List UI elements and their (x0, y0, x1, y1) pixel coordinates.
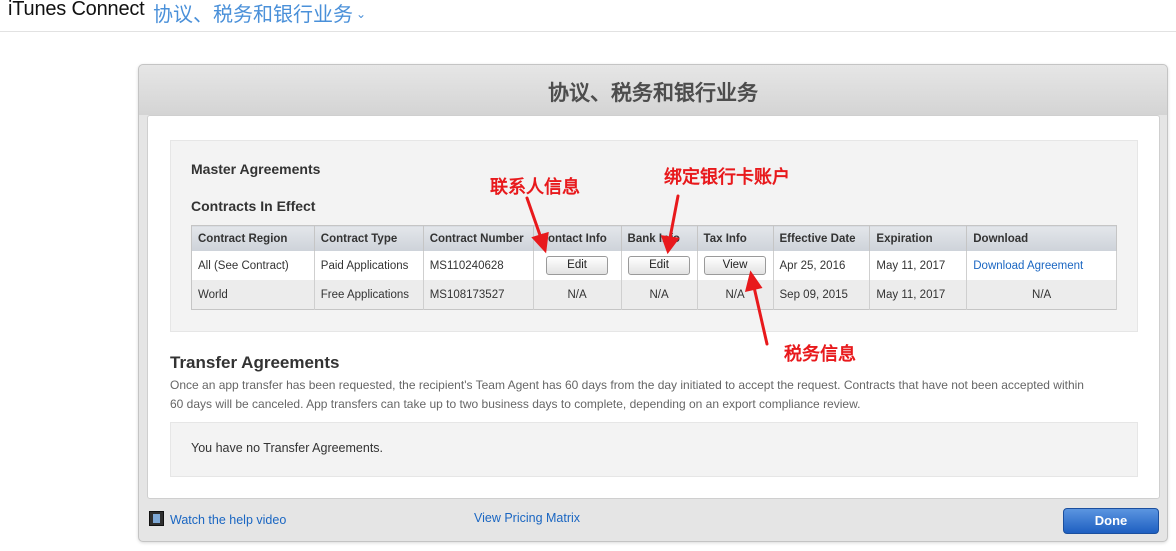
column-header: Download (966, 225, 1117, 251)
window-content: Master Agreements Contracts In Effect Co… (147, 115, 1160, 499)
column-header: Contact Info (533, 225, 622, 251)
chevron-down-icon: ⌄ (356, 7, 367, 21)
table-row: World Free Applications MS108173527 N/A … (191, 280, 1117, 310)
contact-info-cell: Edit (533, 251, 622, 280)
column-header: Expiration (869, 225, 968, 251)
download-agreement-link[interactable]: Download Agreement (973, 260, 1083, 272)
window-header: 协议、税务和银行业务 (139, 65, 1167, 115)
annotation-bank: 绑定银行卡账户 (664, 167, 790, 187)
effective-date: Apr 25, 2016 (773, 251, 871, 280)
contact-edit-button[interactable]: Edit (546, 256, 609, 275)
contract-number: MS110240628 (423, 251, 534, 280)
section-menu[interactable]: 协议、税务和银行业务 ⌄ (153, 0, 366, 27)
agreements-window: 协议、税务和银行业务 Master Agreements Contracts I… (138, 64, 1168, 542)
top-bar: iTunes Connect 协议、税务和银行业务 ⌄ (0, 0, 1176, 32)
pricing-matrix-link[interactable]: View Pricing Matrix (474, 511, 580, 525)
bank-info-cell: Edit (621, 251, 698, 280)
contract-region: World (191, 280, 315, 310)
contract-type: Paid Applications (314, 251, 424, 280)
contracts-table: Contract Region Contract Type Contract N… (191, 225, 1117, 310)
tax-view-button[interactable]: View (704, 256, 767, 275)
column-header: Contract Type (314, 225, 424, 251)
bank-edit-button[interactable]: Edit (628, 256, 691, 275)
contract-number: MS108173527 (423, 280, 534, 310)
film-icon (149, 511, 164, 526)
column-header: Contract Number (423, 225, 534, 251)
annotation-tax: 税务信息 (784, 344, 856, 364)
app-title[interactable]: iTunes Connect (8, 0, 145, 21)
contracts-in-effect-title: Contracts In Effect (191, 198, 316, 214)
section-menu-label: 协议、税务和银行业务 (153, 4, 353, 26)
tax-info-cell: N/A (697, 280, 774, 310)
table-header-row: Contract Region Contract Type Contract N… (191, 225, 1117, 251)
window-title: 协议、税务和银行业务 (548, 82, 758, 105)
effective-date: Sep 09, 2015 (773, 280, 871, 310)
contact-info-cell: N/A (533, 280, 622, 310)
download-cell: Download Agreement (966, 251, 1117, 280)
done-button[interactable]: Done (1063, 508, 1159, 534)
annotation-contact: 联系人信息 (490, 177, 580, 197)
help-video-link[interactable]: Watch the help video (149, 511, 286, 527)
transfer-empty-message: You have no Transfer Agreements. (191, 441, 384, 455)
column-header: Contract Region (191, 225, 315, 251)
master-agreements-title: Master Agreements (191, 161, 321, 177)
master-agreements-panel: Master Agreements Contracts In Effect Co… (170, 140, 1138, 332)
transfer-agreements-panel: You have no Transfer Agreements. (170, 422, 1138, 477)
expiration-date: May 11, 2017 (869, 280, 968, 310)
column-header: Effective Date (773, 225, 871, 251)
column-header: Bank Info (621, 225, 698, 251)
contract-region: All (See Contract) (191, 251, 315, 280)
help-video-label: Watch the help video (170, 513, 287, 527)
transfer-agreements-title: Transfer Agreements (170, 353, 340, 372)
table-row: All (See Contract) Paid Applications MS1… (191, 251, 1117, 280)
column-header: Tax Info (697, 225, 774, 251)
expiration-date: May 11, 2017 (869, 251, 968, 280)
bank-info-cell: N/A (621, 280, 698, 310)
download-cell: N/A (966, 280, 1117, 310)
transfer-description: Once an app transfer has been requested,… (170, 378, 1084, 411)
tax-info-cell: View (697, 251, 774, 280)
contract-type: Free Applications (314, 280, 424, 310)
